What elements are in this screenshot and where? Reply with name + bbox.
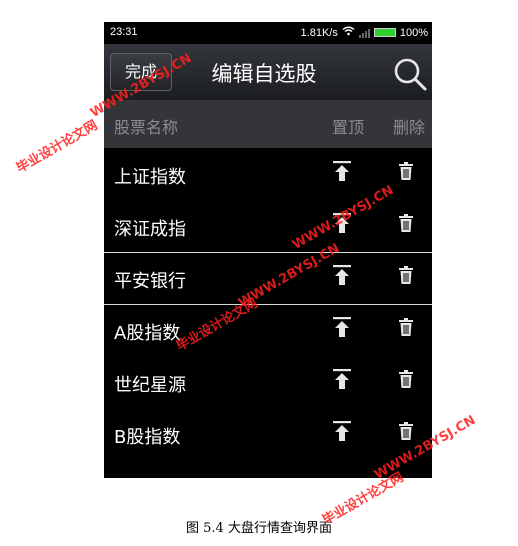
list-item: 深证成指 <box>104 200 432 252</box>
trash-icon[interactable] <box>399 214 413 232</box>
network-speed: 1.81K/s <box>300 26 338 39</box>
stock-name: 平安银行 <box>114 271 186 292</box>
list-item: 世纪星源 <box>104 356 432 408</box>
trash-icon[interactable] <box>399 422 413 440</box>
stock-name: B股指数 <box>114 427 181 448</box>
pin-to-top-icon[interactable] <box>332 264 352 286</box>
list-header: 股票名称 置顶 删除 <box>104 100 432 148</box>
stock-name: 世纪星源 <box>114 375 186 396</box>
status-indicators: 1.81K/s 100% <box>301 26 428 39</box>
column-delete-header: 删除 <box>393 118 426 137</box>
wifi-icon <box>342 26 355 39</box>
pin-to-top-icon[interactable] <box>332 160 352 182</box>
trash-icon[interactable] <box>399 266 413 284</box>
page-title: 编辑自选股 <box>211 62 317 86</box>
watermark-text: 毕业设计论文网 <box>14 117 101 177</box>
status-time: 23:31 <box>110 26 138 38</box>
stock-name: 深证成指 <box>114 219 186 240</box>
row-divider <box>104 304 432 305</box>
stock-name: A股指数 <box>114 323 181 344</box>
row-divider <box>104 252 432 253</box>
list-item: A股指数 <box>104 304 432 356</box>
trash-icon[interactable] <box>399 370 413 388</box>
trash-icon[interactable] <box>399 318 413 336</box>
trash-icon[interactable] <box>399 162 413 180</box>
list-item: B股指数 <box>104 408 432 460</box>
battery-icon <box>373 28 396 37</box>
status-bar: 23:31 1.81K/s 100% <box>104 22 432 44</box>
column-name-header: 股票名称 <box>114 118 179 137</box>
pin-to-top-icon[interactable] <box>332 368 352 390</box>
stock-name: 上证指数 <box>114 167 186 188</box>
pin-to-top-icon[interactable] <box>332 420 352 442</box>
figure-caption: 图 5.4 大盘行情查询界面 <box>186 521 332 536</box>
pin-to-top-icon[interactable] <box>332 316 352 338</box>
column-pin-header: 置顶 <box>332 118 365 137</box>
signal-icon <box>358 28 370 38</box>
battery-level: 100% <box>399 26 428 39</box>
phone-screen: 23:31 1.81K/s 100% 完成 编辑自选股 股票名称 置顶 删除 上… <box>104 22 432 478</box>
search-icon[interactable] <box>392 56 428 92</box>
